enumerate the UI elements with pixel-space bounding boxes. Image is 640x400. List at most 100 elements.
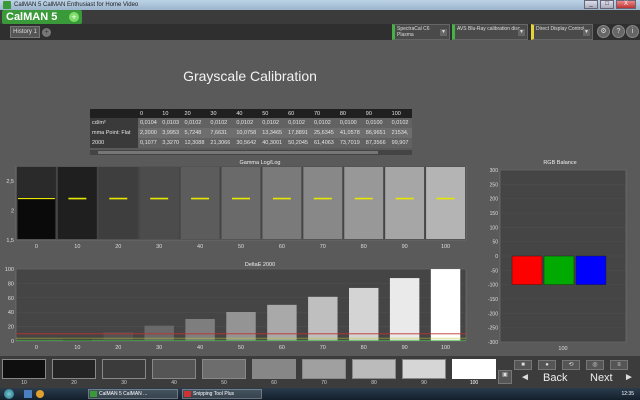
x-tick-label: 30 <box>156 345 162 351</box>
table-cell: 2,2000 <box>138 128 161 138</box>
window-titlebar: CalMAN 5 CalMAN Enthusiast for Home Vide… <box>0 0 640 10</box>
capture-icon[interactable]: ◎ <box>586 360 604 370</box>
y-tick-label: -250 <box>488 326 498 332</box>
table-cell: 17,8891 <box>286 128 312 138</box>
maximize-button[interactable]: □ <box>600 0 614 9</box>
back-arrow-icon[interactable]: ◄ <box>520 372 530 383</box>
swatch-label: 30 <box>121 380 127 386</box>
help-icon[interactable]: ? <box>612 25 625 38</box>
gray-swatch[interactable] <box>352 359 396 379</box>
taskbar-item-calman[interactable]: CalMAN 5 CalMAN ... <box>88 389 178 399</box>
deltae-bar <box>430 269 461 341</box>
minimize-button[interactable]: _ <box>584 0 598 9</box>
gray-swatch[interactable] <box>152 359 196 379</box>
table-cell: 0,0102 <box>208 118 235 128</box>
source-label: AVS Blu-Ray calibration disc <box>457 26 521 32</box>
taskbar-item-snipping[interactable]: Snipping Tool Plus <box>182 389 262 399</box>
back-button[interactable]: Back <box>543 372 567 384</box>
gray-swatch[interactable] <box>2 359 46 379</box>
x-tick-label: 100 <box>558 346 567 352</box>
gray-swatch[interactable] <box>252 359 296 379</box>
x-tick-label: 50 <box>238 244 244 250</box>
table-scrollbar[interactable] <box>90 150 412 155</box>
x-tick-label: 10 <box>74 244 80 250</box>
gray-swatch[interactable] <box>402 359 446 379</box>
gray-swatch[interactable] <box>52 359 96 379</box>
x-tick-label: 40 <box>197 345 203 351</box>
repeat-icon[interactable]: ⟲ <box>562 360 580 370</box>
explorer-icon[interactable] <box>24 390 32 398</box>
record-icon[interactable]: ● <box>538 360 556 370</box>
table-cell: 3,9953 <box>160 128 183 138</box>
next-arrow-icon[interactable]: ► <box>624 372 634 383</box>
row-label: cd/m² <box>90 118 138 128</box>
options-icon[interactable]: ≡ <box>610 360 628 370</box>
gamma-bar <box>18 198 55 239</box>
add-tab-button[interactable]: + <box>42 28 51 37</box>
x-tick-label: 0 <box>35 244 38 250</box>
plus-icon: + <box>69 12 79 22</box>
media-icon[interactable] <box>36 390 44 398</box>
y-tick-label: -50 <box>491 268 498 274</box>
gray-swatch[interactable] <box>302 359 346 379</box>
scrollbar-thumb[interactable] <box>98 151 378 154</box>
next-button[interactable]: Next <box>590 372 613 384</box>
table-cell: 50,2045 <box>286 138 312 148</box>
deltae-chart: 0 10 20 30 40 50 60 70 80 90 100 100 80 60 40 20 0 <box>5 267 467 351</box>
gamma-column <box>57 167 97 239</box>
table-row: 2000 0,1077 3,3270 12,3088 21,3066 30,5642 40,… <box>90 138 412 148</box>
swatch-label: 10 <box>21 380 27 386</box>
table-cell: 30,5642 <box>234 138 261 148</box>
tab-history[interactable]: History 1 <box>10 26 40 38</box>
swatch-label: 90 <box>421 380 427 386</box>
x-tick-label: 100 <box>441 244 450 250</box>
stop-square-icon[interactable]: ▣ <box>498 370 512 384</box>
chevron-down-icon: ▼ <box>440 29 447 36</box>
stop-button[interactable]: ■ <box>514 360 532 370</box>
table-cell: 0,0100 <box>363 118 390 128</box>
table-cell: 0,0104 <box>138 118 161 128</box>
y-tick-label: 50 <box>492 240 498 246</box>
y-tick-label: 300 <box>490 168 499 174</box>
table-header-cell: 10 <box>160 109 183 118</box>
y-tick-label: 20 <box>8 325 14 331</box>
row-label: mma Point: Flat <box>90 128 138 138</box>
y-tick-label: 1,5 <box>6 238 14 244</box>
start-button[interactable] <box>4 389 14 399</box>
scissors-icon <box>184 391 191 397</box>
y-tick-label: -300 <box>488 340 498 346</box>
x-tick-label: 30 <box>156 244 162 250</box>
rgb-balance-chart: 300 250 200 150 100 50 0 -50 -100 -150 -200 -250 -30… <box>488 168 627 352</box>
table-header-cell: 30 <box>208 109 235 118</box>
info-icon[interactable]: i <box>626 25 639 38</box>
gray-swatch[interactable] <box>202 359 246 379</box>
settings-icon[interactable]: ⚙ <box>597 25 610 38</box>
table-header-cell <box>90 109 138 118</box>
gray-swatch[interactable] <box>452 359 496 379</box>
logo-text: CalMAN 5 <box>6 11 58 23</box>
table-cell: 7,6631 <box>208 128 235 138</box>
meter-dropdown[interactable]: SpectraCal C6 Plasma ▼ <box>392 24 450 40</box>
deltae-bar <box>389 278 420 341</box>
calman-logo[interactable]: CalMAN 5 + <box>2 10 82 24</box>
gamma-column <box>98 167 138 239</box>
gamma-column <box>180 167 220 239</box>
swatch-label: 20 <box>71 380 77 386</box>
swatch-label: 50 <box>221 380 227 386</box>
y-tick-label: 200 <box>490 197 499 203</box>
x-tick-label: 70 <box>320 345 326 351</box>
x-tick-label: 20 <box>115 345 121 351</box>
gamma-column <box>426 167 465 239</box>
close-button[interactable]: X <box>616 0 636 9</box>
gray-swatch[interactable] <box>102 359 146 379</box>
source-dropdown[interactable]: AVS Blu-Ray calibration disc ▼ <box>452 24 528 40</box>
y-tick-label: 100 <box>490 225 499 231</box>
display-dropdown[interactable]: Direct Display Control ▼ <box>531 24 593 40</box>
display-label: Direct Display Control <box>536 26 585 32</box>
table-cell: 0,0102 <box>311 118 338 128</box>
y-tick-label: 80 <box>8 281 14 287</box>
table-header-cell: 0 <box>138 109 161 118</box>
app-header <box>0 10 640 24</box>
swatch-label: 40 <box>171 380 177 386</box>
table-cell: 0,0102 <box>389 118 412 128</box>
